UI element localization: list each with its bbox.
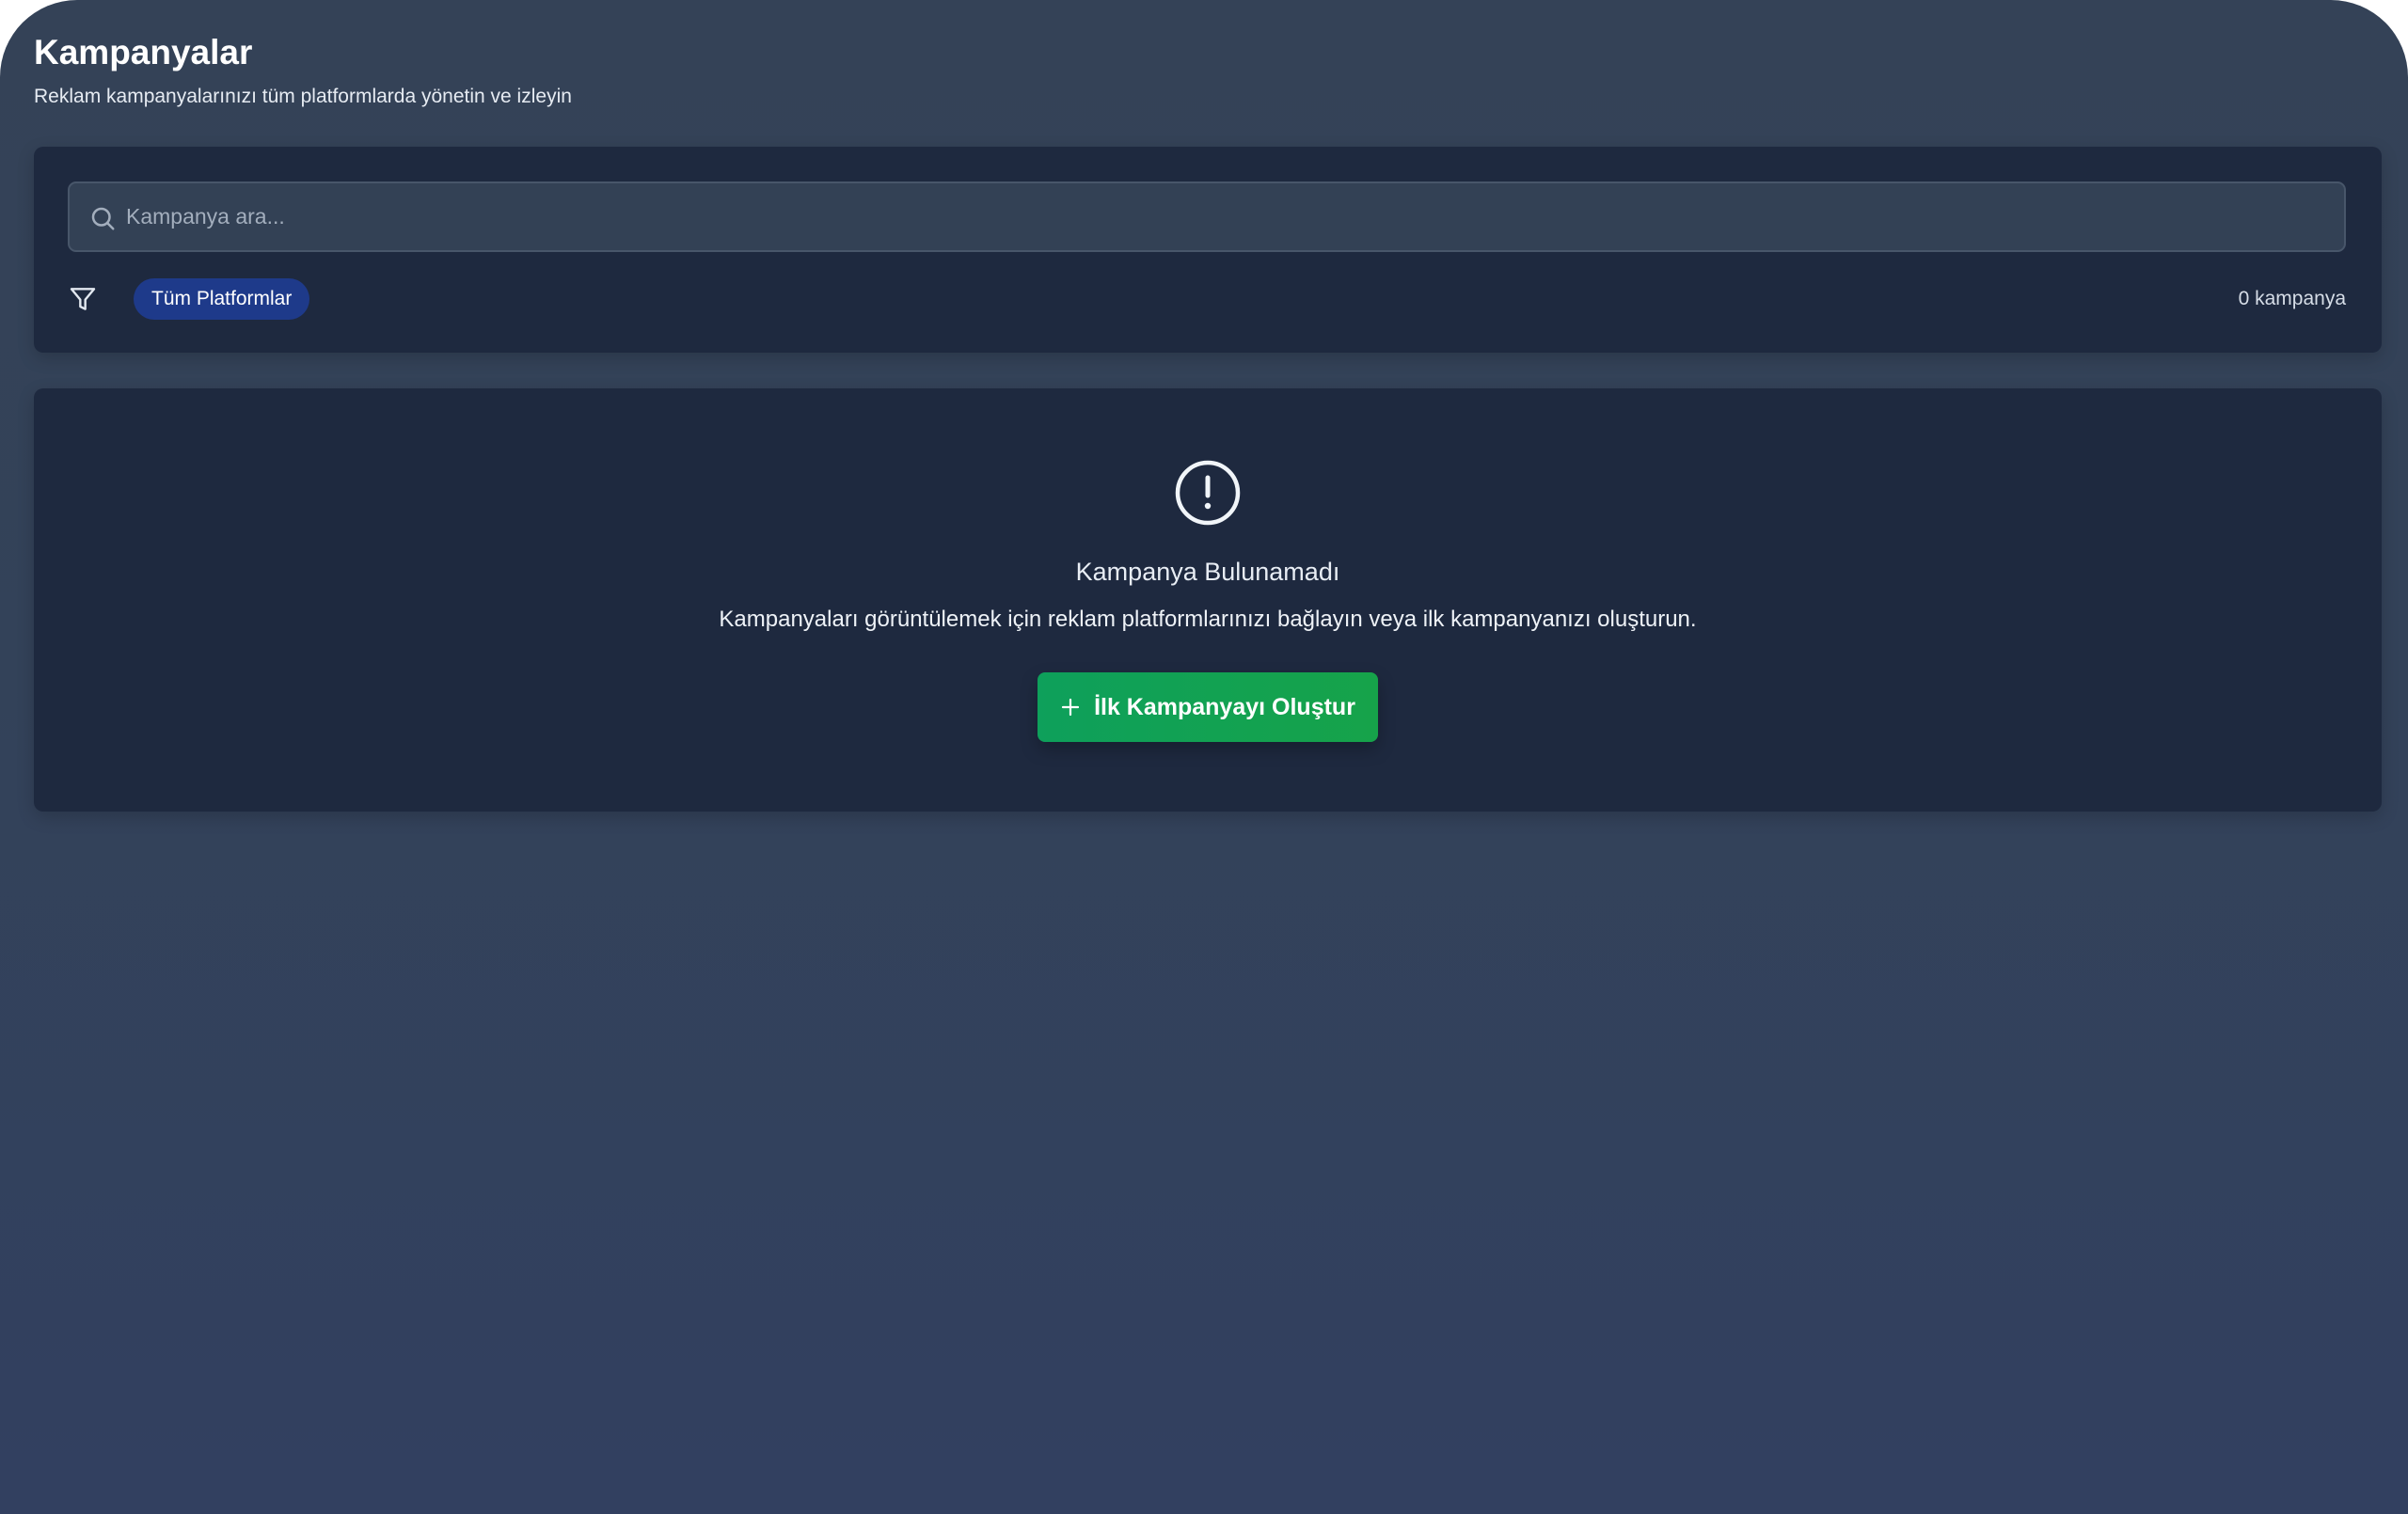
empty-state-title: Kampanya Bulunamadı <box>1075 558 1340 586</box>
page-subtitle: Reklam kampanyalarınızı tüm platformlard… <box>34 86 572 107</box>
app-window: Kampanyalar Reklam kampanyalarınızı tüm … <box>0 0 2408 1514</box>
filter-row: Tüm Platformlar 0 kampanya <box>68 278 2346 320</box>
platform-filter-chip[interactable]: Tüm Platformlar <box>134 278 310 320</box>
plus-icon <box>1061 698 1080 717</box>
empty-state-panel: Kampanya Bulunamadı Kampanyaları görüntü… <box>34 388 2382 812</box>
search-box[interactable] <box>68 181 2346 252</box>
filter-icon[interactable] <box>68 284 98 314</box>
search-input[interactable] <box>126 183 2327 250</box>
create-first-campaign-button[interactable]: İlk Kampanyayı Oluştur <box>1038 672 1378 742</box>
page-title: Kampanyalar <box>34 33 253 71</box>
create-button-label: İlk Kampanyayı Oluştur <box>1094 693 1355 720</box>
campaign-count: 0 kampanya <box>2238 288 2346 309</box>
filter-panel: Tüm Platformlar 0 kampanya <box>34 147 2382 353</box>
search-icon <box>91 207 115 230</box>
alert-circle-icon <box>1175 460 1241 526</box>
page-header: Kampanyalar Reklam kampanyalarınızı tüm … <box>34 28 572 111</box>
empty-state-description: Kampanyaları görüntülemek için reklam pl… <box>719 607 1697 632</box>
